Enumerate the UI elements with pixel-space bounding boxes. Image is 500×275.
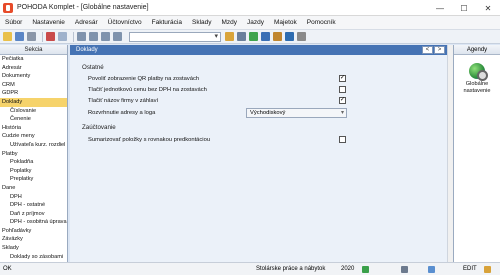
- print-icon[interactable]: [27, 32, 36, 41]
- option-company-name-label: Tlačiť názov firmy v záhlaví: [88, 98, 159, 104]
- sidebar-item[interactable]: História: [0, 124, 67, 133]
- toolbar: [0, 30, 500, 44]
- sidebar-item[interactable]: Pokladňa: [0, 158, 67, 167]
- agenda-global-settings[interactable]: Globálne nastavenie: [454, 63, 500, 95]
- menu-majetok[interactable]: Majetok: [269, 19, 302, 26]
- status-year: 2020: [341, 266, 355, 272]
- option-address-layout-label: Rozvrhnutie adresy a loga: [88, 110, 156, 116]
- menu-mzdy[interactable]: Mzdy: [217, 19, 243, 26]
- settings-icon[interactable]: [297, 32, 306, 41]
- section-zauctovanie: Zaúčtovanie: [82, 124, 116, 131]
- menu-nastavenie[interactable]: Nastavenie: [27, 19, 70, 26]
- option-qr-label: Povoliť zobrazenie QR platby na zostavác…: [88, 76, 200, 82]
- menu-adresar[interactable]: Adresár: [70, 19, 103, 26]
- sidebar-item[interactable]: Záväzky: [0, 235, 67, 244]
- menu-uctovnictvo[interactable]: Účtovníctvo: [103, 19, 147, 26]
- last-record-icon[interactable]: [113, 32, 122, 41]
- next-record-icon[interactable]: [101, 32, 110, 41]
- user-icon[interactable]: [401, 266, 408, 273]
- section-sidebar: Sekcia Pečiatka Adresár Dokumenty CRM GDPR Do…: [0, 45, 68, 262]
- sidebar-item[interactable]: Platby: [0, 150, 67, 159]
- save-icon[interactable]: [15, 32, 24, 41]
- sidebar-item[interactable]: Pečiatka: [0, 55, 67, 64]
- status-company: Stolárske práce a nábytok: [256, 266, 326, 272]
- sidebar-item[interactable]: Užívateľa kurz. rozdiel: [0, 141, 67, 150]
- link-icon[interactable]: [261, 32, 270, 41]
- agenda-label: Globálne nastavenie: [463, 81, 491, 94]
- sidebar-item[interactable]: Pohľadávky: [0, 227, 67, 236]
- attachment-icon[interactable]: [273, 32, 282, 41]
- main-tabbar: Doklady < >: [70, 45, 447, 55]
- option-unit-price-label: Tlačiť jednotkovú cenu bez DPH na zostav…: [88, 87, 207, 93]
- company-name-checkbox[interactable]: ✓: [339, 97, 346, 104]
- first-record-icon[interactable]: [77, 32, 86, 41]
- sidebar-item[interactable]: GDPR: [0, 89, 67, 98]
- sidebar-item[interactable]: Adresár: [0, 64, 67, 73]
- status-mode: EDIT: [463, 266, 477, 272]
- toolbar-separator: [73, 31, 74, 42]
- menu-bar: Súbor Nastavenie Adresár Účtovníctvo Fak…: [0, 16, 500, 30]
- sidebar-item[interactable]: DPH: [0, 193, 67, 202]
- search-icon[interactable]: [237, 32, 246, 41]
- window-controls: — ☐ ✕: [428, 0, 500, 16]
- globe-settings-icon: [469, 63, 488, 81]
- sidebar-header: Sekcia: [0, 45, 67, 55]
- menu-fakturacia[interactable]: Fakturácia: [147, 19, 187, 26]
- status-bar: OK Stolárske práce a nábytok 2020 EDIT: [0, 262, 500, 275]
- sidebar-item[interactable]: Čenenie: [0, 115, 67, 124]
- bank-icon[interactable]: [285, 32, 294, 41]
- refresh-icon[interactable]: [249, 32, 258, 41]
- tab-doklady[interactable]: Doklady: [70, 47, 98, 53]
- sidebar-list: Pečiatka Adresár Dokumenty CRM GDPR Doklady Čí…: [0, 55, 67, 262]
- minimize-button[interactable]: —: [428, 0, 452, 16]
- sidebar-item[interactable]: DPH - osobitná úprava: [0, 218, 67, 227]
- sidebar-item[interactable]: Cudzie meny: [0, 132, 67, 141]
- sidebar-item[interactable]: Dane: [0, 184, 67, 193]
- new-record-icon[interactable]: [3, 32, 12, 41]
- option-summarize-label: Sumarizovať položky s rovnakou predkontá…: [88, 137, 211, 143]
- sidebar-item[interactable]: Daň z príjmov: [0, 210, 67, 219]
- previous-page-button[interactable]: <: [422, 46, 433, 54]
- summarize-checkbox[interactable]: [339, 136, 346, 143]
- address-layout-select[interactable]: Východiskový: [246, 108, 347, 118]
- sidebar-item[interactable]: Sklady: [0, 244, 67, 253]
- filter-icon[interactable]: [225, 32, 234, 41]
- toolbar-separator: [42, 31, 43, 42]
- menu-jazdy[interactable]: Jazdy: [242, 19, 269, 26]
- accounting-year-icon[interactable]: [362, 266, 369, 273]
- unit-price-checkbox[interactable]: [339, 86, 346, 93]
- maximize-button[interactable]: ☐: [452, 0, 476, 16]
- qr-payment-checkbox[interactable]: ✓: [339, 75, 346, 82]
- sidebar-item[interactable]: Doklady: [0, 97, 67, 107]
- section-ostatne: Ostatné: [82, 64, 104, 71]
- sidebar-item[interactable]: Dokumenty: [0, 72, 67, 81]
- menu-subor[interactable]: Súbor: [0, 19, 27, 26]
- app-icon: [3, 2, 13, 13]
- sidebar-item[interactable]: Číslovanie: [0, 107, 67, 116]
- title-bar: POHODA Komplet - [Globálne nastavenie] —…: [0, 0, 500, 16]
- next-page-button[interactable]: >: [434, 46, 445, 54]
- settings-form: Ostatné Povoliť zobrazenie QR platby na …: [70, 55, 447, 262]
- menu-pomocnik[interactable]: Pomocník: [302, 19, 341, 26]
- main-panel: Doklady < > Ostatné Povoliť zobrazenie Q…: [70, 45, 447, 262]
- close-button[interactable]: ✕: [476, 0, 500, 16]
- menu-sklady[interactable]: Sklady: [187, 19, 217, 26]
- undo-icon[interactable]: [58, 32, 67, 41]
- window-title: POHODA Komplet - [Globálne nastavenie]: [17, 4, 149, 11]
- toolbar-combo[interactable]: [129, 31, 221, 42]
- lock-icon[interactable]: [484, 266, 491, 273]
- database-icon[interactable]: [428, 266, 435, 273]
- sidebar-item[interactable]: Poplatky: [0, 167, 67, 176]
- sidebar-item[interactable]: Doklady so zásobami: [0, 253, 67, 262]
- sidebar-item[interactable]: CRM: [0, 81, 67, 90]
- sidebar-item[interactable]: Preplatky: [0, 175, 67, 184]
- agendy-header: Agendy: [454, 45, 500, 55]
- previous-record-icon[interactable]: [89, 32, 98, 41]
- sidebar-item[interactable]: DPH - ostatné: [0, 201, 67, 210]
- status-ok: OK: [3, 266, 12, 272]
- delete-icon[interactable]: [46, 32, 55, 41]
- agendy-panel: Agendy Globálne nastavenie: [453, 45, 500, 262]
